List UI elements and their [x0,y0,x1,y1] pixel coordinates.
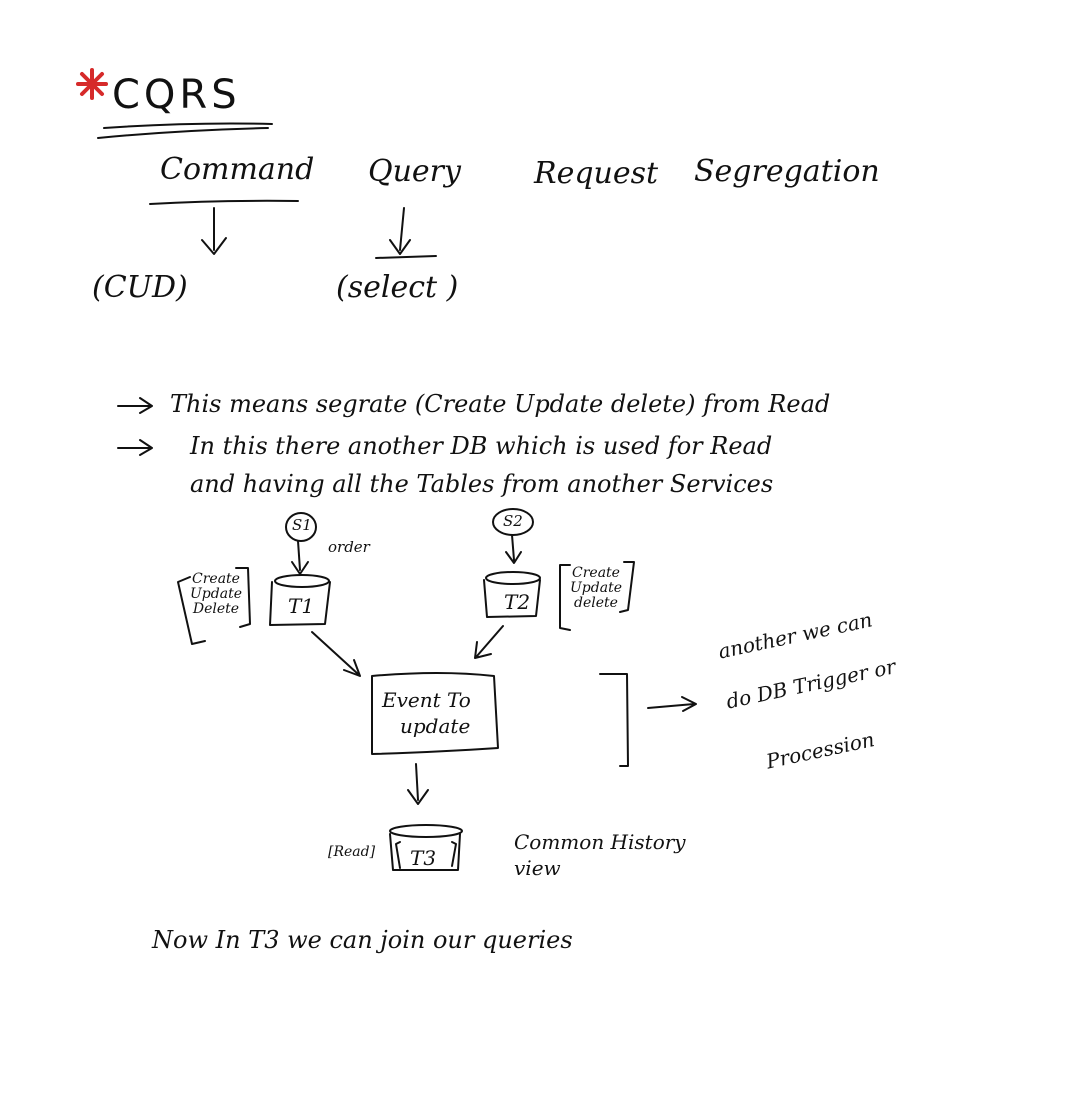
word-request: Request [534,156,659,191]
arrow-event-to-t3 [407,763,429,805]
table3-label: T3 [410,846,437,870]
command-arrow [201,207,227,255]
table2-label: T2 [504,590,531,614]
word-segregation: Segregation [694,154,880,189]
ops1-create: Create [192,571,240,587]
ops2-create: Create [572,565,620,581]
word-query: Query [368,154,461,189]
bullet-2: In this there another DB which is used f… [190,432,773,460]
common-line2: view [514,856,561,880]
ops2-list: Create Update delete [566,566,626,611]
event-bracket [599,673,629,767]
page-title: CQRS [112,72,241,118]
bullet-3: and having all the Tables from another S… [190,470,774,498]
command-underline [149,199,299,205]
ops1-list: Create Update Delete [186,572,246,617]
word-command: Command [160,152,315,187]
command-note: (CUD) [92,270,188,305]
order-label: order [328,538,370,556]
ops2-delete: delete [574,595,618,611]
ops1-update: Update [190,586,242,602]
service2-label: S2 [503,512,523,530]
alt-arrow [647,696,697,712]
service1-label: S1 [292,516,312,534]
title-underline [103,122,273,129]
query-arrow [389,207,411,255]
common-line1: Common History [514,830,686,854]
bullet-arrow-2 [117,439,153,456]
arrow-t1-to-event [311,631,361,677]
read-tag: [Read] [328,844,376,860]
ops2-update: Update [570,580,622,596]
event-box-line1: Event To [382,688,471,712]
star-icon [76,68,108,100]
query-note: (select ) [336,270,459,305]
ops1-delete: Delete [192,601,240,617]
arrow-t2-to-event [474,625,504,659]
footer-note: Now In T3 we can join our queries [152,926,573,954]
event-box-line2: update [400,714,471,738]
bullet-1: This means segrate (Create Update delete… [170,390,831,418]
table1-label: T1 [288,594,315,618]
bullet-arrow-1 [117,397,153,414]
